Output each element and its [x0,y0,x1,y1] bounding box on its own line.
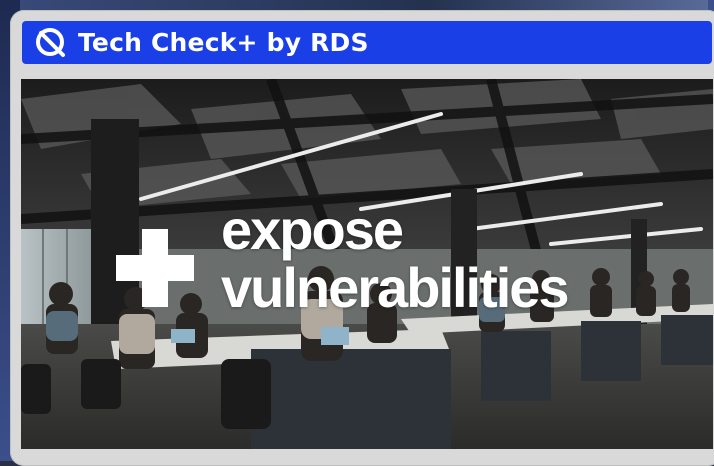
title-bar[interactable]: Tech Check+ by RDS [22,21,712,64]
hero-banner: expose vulnerabilities [21,79,713,449]
plus-icon [116,229,194,307]
window-title: Tech Check+ by RDS [78,28,369,57]
hero-headline: expose vulnerabilities [221,198,570,319]
headline-line-2: vulnerabilities [221,256,570,319]
app-window: Tech Check+ by RDS expose vulnerabilitie… [10,10,714,466]
q-ring-logo-icon [34,26,68,60]
headline-line-1: expose [221,198,404,261]
